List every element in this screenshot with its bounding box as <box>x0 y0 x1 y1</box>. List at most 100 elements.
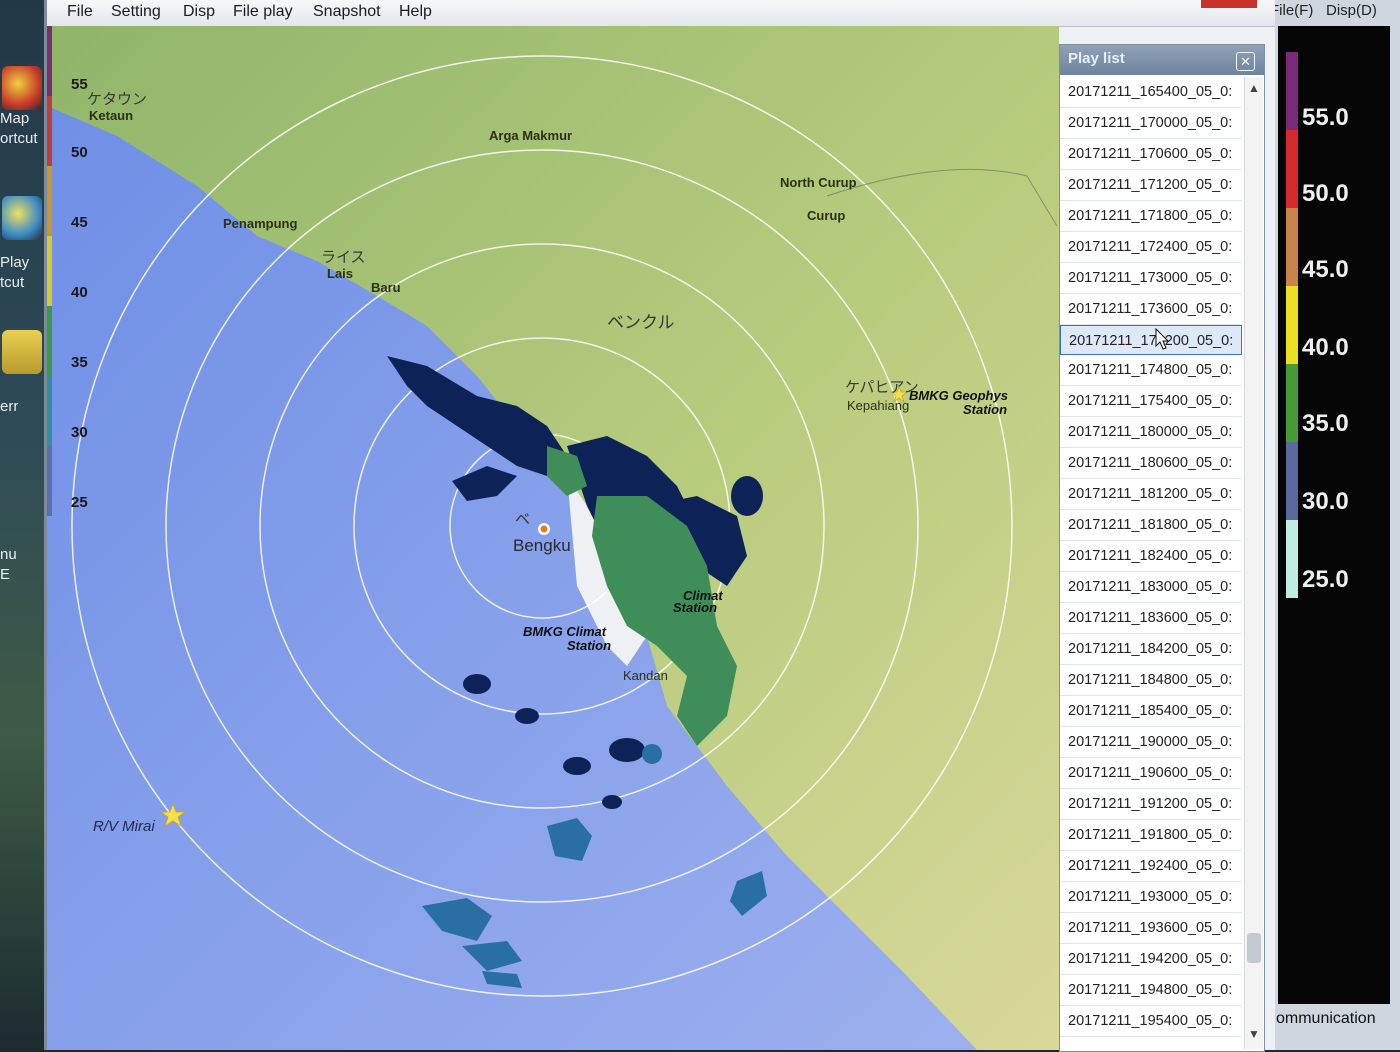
place-label-bengkulu-jp: ベンクル <box>607 313 675 332</box>
legend-value: 30 <box>71 424 88 441</box>
place-label-kepahiang-jp: ケパヒアン <box>845 379 919 396</box>
play-list-item[interactable]: 20171211_180600_05_0: <box>1060 448 1242 479</box>
menu-disp[interactable]: Disp <box>183 0 215 24</box>
scroll-up-icon[interactable]: ▲ <box>1245 81 1263 99</box>
scale-segment <box>1286 364 1298 442</box>
desktop-label: E <box>0 566 11 583</box>
menu-disp-d[interactable]: Disp(D) <box>1326 2 1377 19</box>
play-list-item[interactable]: 20171211_173000_05_0: <box>1060 263 1242 294</box>
play-list-title-bar[interactable]: Play list ✕ <box>1060 45 1264 75</box>
place-label-baru: Baru <box>371 280 401 295</box>
legend-value: 45 <box>71 214 88 231</box>
scale-value: 30.0 <box>1302 488 1349 515</box>
play-list-item[interactable]: 20171211_195400_05_0: <box>1060 1006 1242 1037</box>
play-list-title: Play list <box>1068 50 1125 67</box>
place-label-ketaun-jp: ケタウン <box>87 91 148 108</box>
desktop-app-icon[interactable] <box>2 330 42 374</box>
play-list-item[interactable]: 20171211_190600_05_0: <box>1060 758 1242 789</box>
legend-segment <box>47 306 52 376</box>
close-icon[interactable]: ✕ <box>1236 52 1255 71</box>
place-label-arga-makmur: Arga Makmur <box>489 128 573 143</box>
legend-segment <box>47 166 52 236</box>
place-label-bengkulu-jp-small: ベ <box>515 511 531 528</box>
radar-scale-window: File(F) Disp(D) 55.0 50.0 45.0 40.0 35.0… <box>1268 0 1400 1050</box>
play-list-item[interactable]: 20171211_170600_05_0: <box>1060 139 1242 170</box>
play-list-item[interactable]: 20171211_191200_05_0: <box>1060 789 1242 820</box>
play-list-item[interactable]: 20171211_174800_05_0: <box>1060 355 1242 386</box>
play-list-item[interactable]: 20171211_193600_05_0: <box>1060 913 1242 944</box>
station-label-geophys: BMKG Geophys <box>909 388 1008 403</box>
desktop-background-left: Map ortcut Play tcut err nu E <box>0 0 48 1050</box>
scale-value: 50.0 <box>1302 180 1349 207</box>
place-label-rv-mirai: R/V Mirai <box>93 818 155 835</box>
play-list-items: 20171211_165400_05_0: 20171211_170000_05_… <box>1060 77 1242 1037</box>
play-list-item[interactable]: 20171211_180000_05_0: <box>1060 417 1242 448</box>
scale-segment <box>1286 208 1298 286</box>
radar-map-view[interactable]: 55 50 45 40 35 30 25 ケタウン Ketaun Arga Ma… <box>47 26 1059 1050</box>
menu-file-play[interactable]: File play <box>233 0 293 24</box>
play-list-item[interactable]: 20171211_193000_05_0: <box>1060 882 1242 913</box>
legend-segment <box>47 236 52 306</box>
window-close-button[interactable] <box>1201 0 1257 8</box>
desktop-label: Play <box>0 254 30 271</box>
play-list-panel: Play list ✕ 20171211_165400_05_0: 2017121… <box>1059 44 1265 1052</box>
menu-snapshot[interactable]: Snapshot <box>313 0 381 24</box>
play-list-item[interactable]: 20171211_194200_05_0: <box>1060 944 1242 975</box>
desktop-app-icon[interactable] <box>2 66 42 110</box>
legend-value: 50 <box>71 144 88 161</box>
scrollbar-thumb[interactable] <box>1247 933 1261 963</box>
desktop-label: ortcut <box>0 130 38 147</box>
place-label-kepahiang: Kepahiang <box>847 398 910 413</box>
play-list-item[interactable]: 20171211_190000_05_0: <box>1060 727 1242 758</box>
scale-segment <box>1286 130 1298 208</box>
play-list-item[interactable]: 20171211_183000_05_0: <box>1060 572 1242 603</box>
play-list-item[interactable]: 20171211_182400_05_0: <box>1060 541 1242 572</box>
play-list-item[interactable]: 20171211_173600_05_0: <box>1060 294 1242 325</box>
menubar: File Setting Disp File play Snapshot Hel… <box>47 0 1275 27</box>
play-list-item[interactable]: 20171211_191800_05_0: <box>1060 820 1242 851</box>
play-list-item[interactable]: 20171211_174200_05_0: <box>1060 325 1242 355</box>
play-list-item[interactable]: 20171211_185400_05_0: <box>1060 696 1242 727</box>
play-list-item[interactable]: 20171211_181800_05_0: <box>1060 510 1242 541</box>
legend-segment <box>47 446 52 516</box>
play-list-item[interactable]: 20171211_175400_05_0: <box>1060 386 1242 417</box>
station-label-climat-small-2: Station <box>673 600 718 615</box>
legend-value: 25 <box>71 494 88 511</box>
play-list-item[interactable]: 20171211_172400_05_0: <box>1060 232 1242 263</box>
play-list-item[interactable]: 20171211_170000_05_0: <box>1060 108 1242 139</box>
station-label-geophys-2: Station <box>963 402 1008 417</box>
legend-segment <box>47 26 52 96</box>
scale-segment <box>1286 442 1298 520</box>
play-list-item[interactable]: 20171211_165400_05_0: <box>1060 77 1242 108</box>
play-list-item[interactable]: 20171211_192400_05_0: <box>1060 851 1242 882</box>
scale-segment <box>1286 520 1298 598</box>
menu-help[interactable]: Help <box>399 0 432 24</box>
scroll-down-icon[interactable]: ▼ <box>1245 1027 1263 1045</box>
place-label-kandan: Kandan <box>623 668 668 683</box>
play-list-item[interactable]: 20171211_184200_05_0: <box>1060 634 1242 665</box>
legend-segment <box>47 376 52 446</box>
place-label-bengkulu: Bengku <box>513 536 571 555</box>
mouse-pointer-icon <box>1155 328 1169 350</box>
menu-setting[interactable]: Setting <box>111 0 161 24</box>
legend-segment <box>47 96 52 166</box>
legend-value: 40 <box>71 284 88 301</box>
menu-file-f[interactable]: File(F) <box>1270 2 1313 19</box>
play-list-item[interactable]: 20171211_171800_05_0: <box>1060 201 1242 232</box>
place-label-ketaun: Ketaun <box>89 108 134 123</box>
play-list-item[interactable]: 20171211_171200_05_0: <box>1060 170 1242 201</box>
play-list-item[interactable]: 20171211_194800_05_0: <box>1060 975 1242 1006</box>
place-label-lais: Lais <box>327 266 354 281</box>
play-list-scrollbar[interactable]: ▲ ▼ <box>1244 77 1263 1049</box>
play-list-item[interactable]: 20171211_183600_05_0: <box>1060 603 1242 634</box>
desktop-label: Map <box>0 110 30 127</box>
legend-value: 35 <box>71 354 88 371</box>
menu-file[interactable]: File <box>67 0 93 24</box>
status-footer-text: ommunication <box>1276 1010 1376 1027</box>
scale-segment <box>1286 286 1298 364</box>
desktop-app-icon[interactable] <box>2 196 42 240</box>
play-list-item[interactable]: 20171211_184800_05_0: <box>1060 665 1242 696</box>
play-list-item[interactable]: 20171211_181200_05_0: <box>1060 479 1242 510</box>
desktop-label: nu <box>0 546 17 563</box>
place-label-curup: Curup <box>807 208 846 223</box>
